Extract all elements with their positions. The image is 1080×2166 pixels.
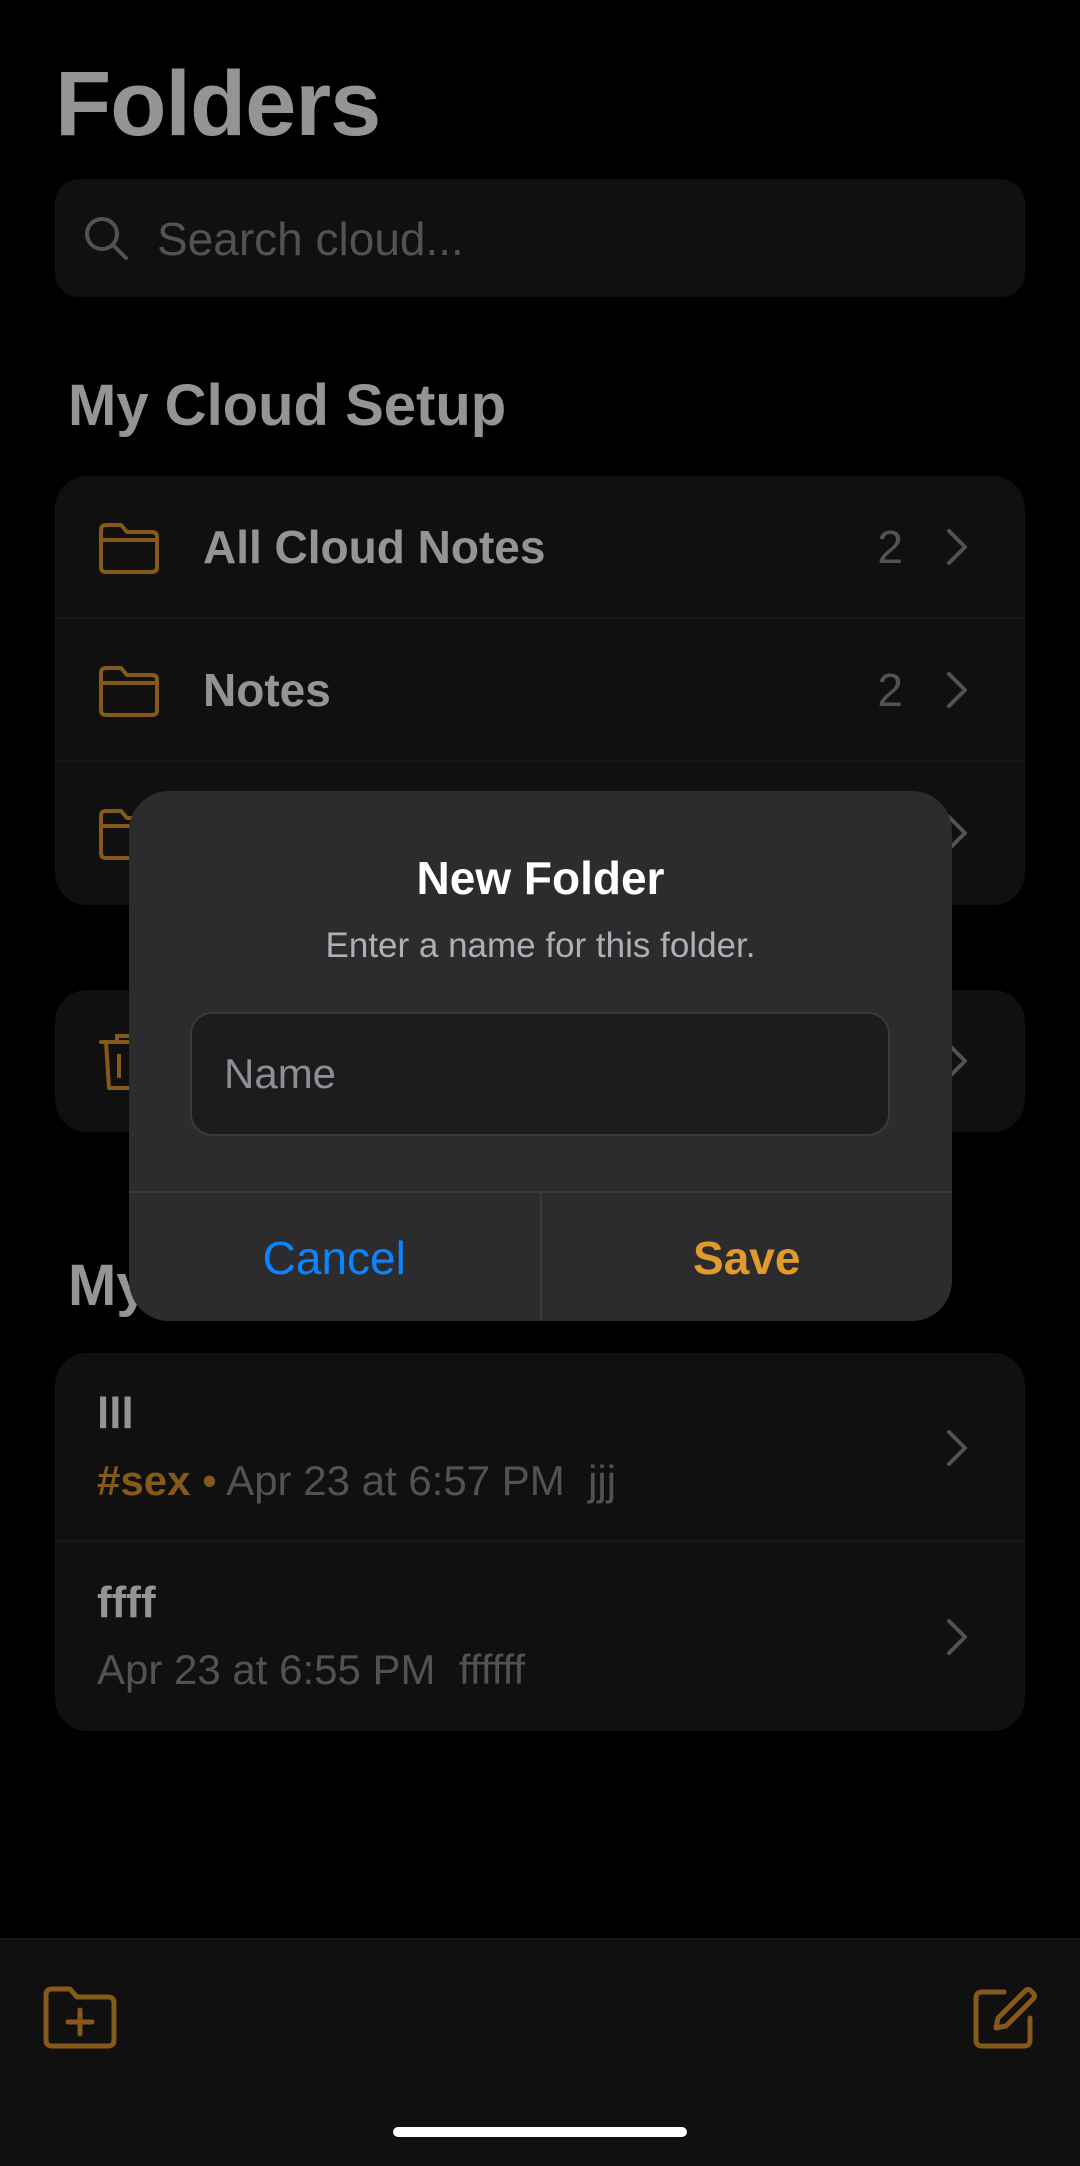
dialog-title: New Folder [416,852,665,904]
home-indicator[interactable] [393,2127,687,2137]
cancel-button[interactable]: Cancel [129,1193,542,1321]
dialog-message: Enter a name for this folder. [325,926,756,965]
new-folder-dialog: New Folder Enter a name for this folder.… [129,791,952,1321]
folder-name-input[interactable] [190,1012,890,1136]
dialog-actions: Cancel Save [129,1191,952,1321]
folders-screen: Folders My Cloud Setup All Cloud Notes 2 [0,0,1080,2166]
save-button[interactable]: Save [542,1193,953,1321]
